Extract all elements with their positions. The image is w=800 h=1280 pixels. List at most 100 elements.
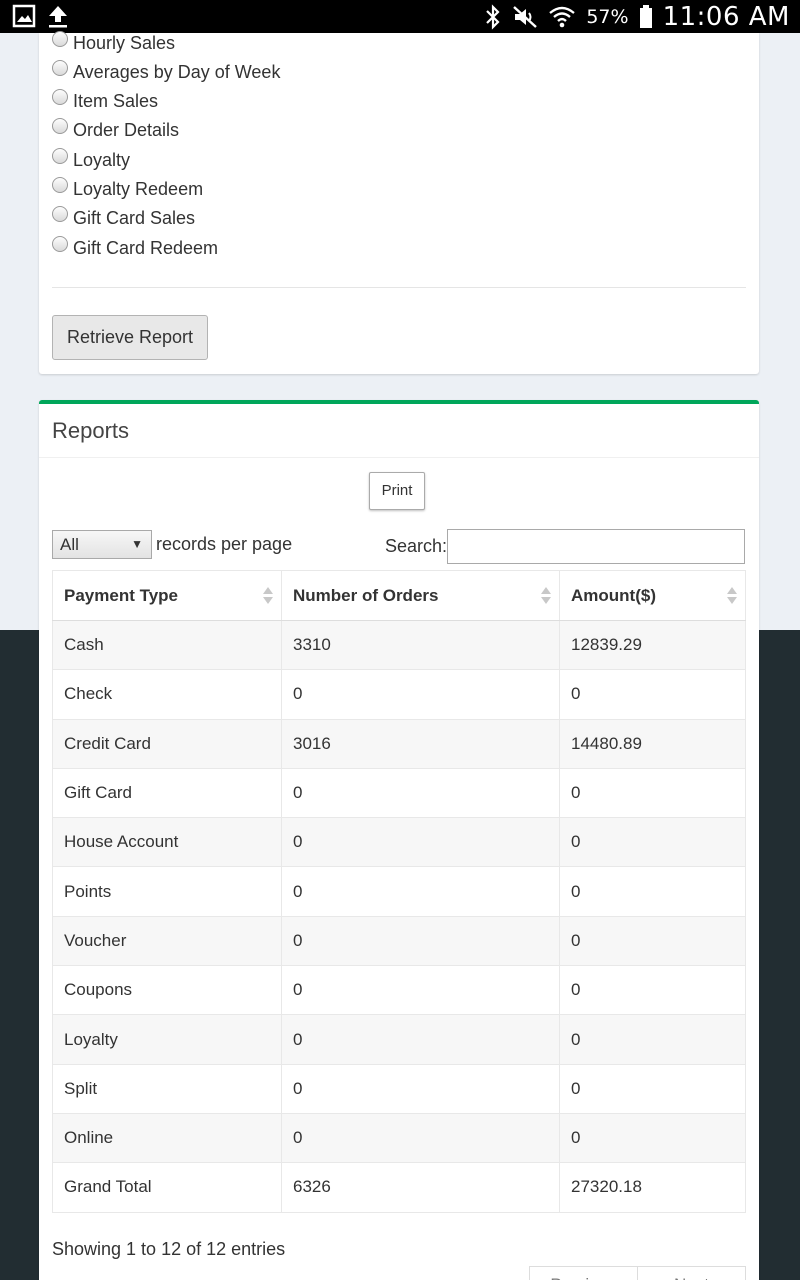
records-per-page-label: records per page <box>156 534 293 554</box>
table-cell: 0 <box>559 866 746 917</box>
battery-percent: 57% <box>586 5 629 28</box>
sort-icon <box>541 587 551 607</box>
divider <box>39 457 759 458</box>
table-row: Loyalty 0 0 <box>52 1014 746 1065</box>
table-info: Showing 1 to 12 of 12 entries <box>52 1239 286 1259</box>
table-cell: 0 <box>281 915 560 967</box>
radio-button[interactable] <box>52 118 68 134</box>
table-row: Cash 3310 12839.29 <box>52 619 746 671</box>
table-row: Credit Card 3016 14480.89 <box>52 718 746 769</box>
table-cell: Cash <box>52 619 282 671</box>
bluetooth-icon <box>484 3 502 30</box>
radio-label: Loyalty <box>73 149 131 170</box>
radio-button[interactable] <box>52 148 68 164</box>
table-cell: 0 <box>281 817 560 868</box>
table-row-grand-total: Grand Total 6326 27320.18 <box>52 1162 746 1213</box>
radio-label: Order Details <box>73 119 180 140</box>
reports-box: Reports Print All ▼ records per page Sea… <box>39 400 759 1280</box>
table-cell: Gift Card <box>52 767 282 819</box>
radio-option[interactable]: Hourly Sales <box>52 30 175 56</box>
radio-button[interactable] <box>52 31 68 47</box>
radio-label: Item Sales <box>73 90 159 111</box>
table-cell: 12839.29 <box>559 619 746 671</box>
table-cell: 0 <box>559 1014 746 1065</box>
table-cell: 0 <box>281 669 560 720</box>
search-label: Search: <box>385 536 448 556</box>
records-per-page-select[interactable]: All ▼ <box>52 530 152 559</box>
table-row: Voucher 0 0 <box>52 915 746 967</box>
table-cell: 0 <box>281 1063 560 1114</box>
column-header-number-of-orders[interactable]: Number of Orders <box>281 570 560 621</box>
radio-button[interactable] <box>52 89 68 105</box>
table-cell: Loyalty <box>52 1014 282 1065</box>
table-cell: 0 <box>281 965 560 1016</box>
divider <box>52 287 746 288</box>
column-header-label: Payment Type <box>64 585 179 605</box>
mute-icon <box>512 5 538 29</box>
sort-icon <box>263 587 273 607</box>
clock: 11:06 AM <box>662 1 790 32</box>
radio-option[interactable]: Averages by Day of Week <box>52 59 280 85</box>
table-header-row: Payment Type Number of Orders Amount($) <box>52 570 746 621</box>
table-cell: Credit Card <box>52 718 282 769</box>
previous-page-button[interactable]: Previous <box>530 1267 637 1280</box>
table-cell: 3310 <box>281 619 560 671</box>
table-cell: 0 <box>559 1112 746 1164</box>
table-cell: 0 <box>559 767 746 819</box>
pagination: Previous Next <box>529 1266 746 1280</box>
radio-label: Loyalty Redeem <box>73 178 204 199</box>
table-cell: 3016 <box>281 718 560 769</box>
table-cell: 0 <box>281 1014 560 1065</box>
table-cell: Coupons <box>52 965 282 1016</box>
gallery-icon <box>12 4 36 28</box>
table-row: Coupons 0 0 <box>52 965 746 1016</box>
table-row: House Account 0 0 <box>52 817 746 868</box>
retrieve-report-button[interactable]: Retrieve Report <box>52 315 208 360</box>
table-cell: 0 <box>559 965 746 1016</box>
caret-down-icon: ▼ <box>131 537 143 551</box>
table-cell: 0 <box>559 1063 746 1114</box>
radio-label: Gift Card Redeem <box>73 237 219 258</box>
radio-option[interactable]: Order Details <box>52 117 179 143</box>
radio-button[interactable] <box>52 60 68 76</box>
wifi-icon <box>548 4 576 30</box>
column-header-label: Number of Orders <box>293 585 439 605</box>
radio-button[interactable] <box>52 236 68 252</box>
table-cell: 6326 <box>281 1162 560 1213</box>
table-row: Points 0 0 <box>52 866 746 917</box>
table-cell: 0 <box>281 767 560 819</box>
table-cell: 0 <box>559 669 746 720</box>
radio-button[interactable] <box>52 206 68 222</box>
search-input[interactable] <box>447 529 745 564</box>
table-cell: 0 <box>281 866 560 917</box>
table-row: Gift Card 0 0 <box>52 767 746 819</box>
table-cell: 0 <box>559 817 746 868</box>
radio-option[interactable]: Loyalty Redeem <box>52 176 203 202</box>
radio-button[interactable] <box>52 177 68 193</box>
radio-option[interactable]: Item Sales <box>52 88 158 114</box>
radio-label: Gift Card Sales <box>73 207 196 228</box>
table-cell: 27320.18 <box>559 1162 746 1213</box>
table-row: Check 0 0 <box>52 669 746 720</box>
radio-option[interactable]: Loyalty <box>52 147 130 173</box>
radio-option[interactable]: Gift Card Sales <box>52 205 195 231</box>
table-cell: Check <box>52 669 282 720</box>
upload-icon <box>46 4 70 28</box>
status-bar: 57% 11:06 AM <box>0 0 800 33</box>
next-page-button[interactable]: Next <box>637 1267 745 1280</box>
reports-title: Reports <box>52 418 130 443</box>
radio-label: Hourly Sales <box>73 32 176 53</box>
column-header-payment-type[interactable]: Payment Type <box>52 570 282 621</box>
report-options-box: Hourly Sales Averages by Day of Week Ite… <box>39 30 759 374</box>
column-header-amount[interactable]: Amount($) <box>559 570 746 621</box>
table-cell: 0 <box>559 915 746 967</box>
table-cell: Grand Total <box>52 1162 282 1213</box>
print-button[interactable]: Print <box>369 472 425 510</box>
table-cell: Voucher <box>52 915 282 967</box>
battery-icon <box>639 4 653 29</box>
column-header-label: Amount($) <box>571 585 656 605</box>
table-cell: 0 <box>281 1112 560 1164</box>
payment-report-table: Payment Type Number of Orders Amount($) … <box>52 570 746 1213</box>
select-value: All <box>60 535 79 554</box>
radio-option[interactable]: Gift Card Redeem <box>52 235 218 261</box>
